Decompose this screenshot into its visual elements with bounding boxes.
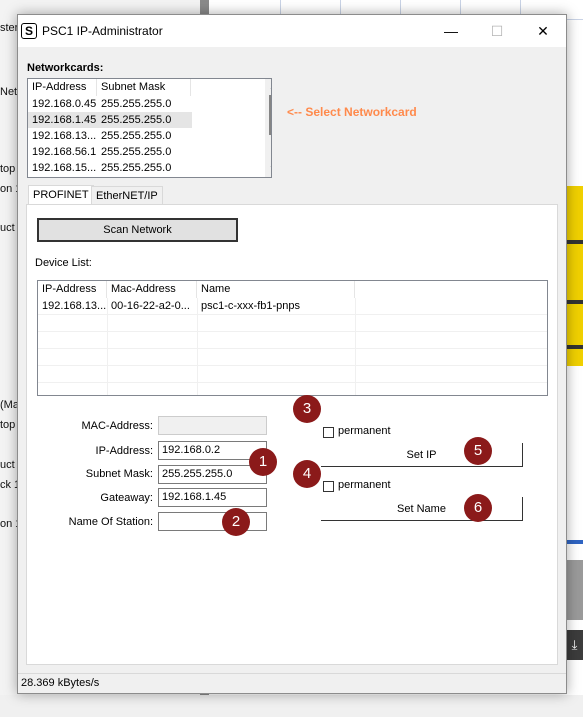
networkcard-mask: 255.255.255.0 (101, 162, 172, 174)
column-header-mac[interactable]: Mac-Address (107, 281, 197, 298)
gateway-label: Gateaway: (100, 492, 153, 504)
networkcard-mask: 255.255.255.0 (101, 146, 172, 158)
device-name: psc1-c-xxx-fb1-pnps (201, 300, 301, 312)
permanent-ip-checkbox[interactable] (323, 427, 334, 438)
background-device-stripe (566, 300, 583, 304)
grid-line (38, 348, 547, 349)
annotation-badge: 3 (293, 395, 321, 423)
annotation-badge: 5 (464, 437, 492, 465)
device-row[interactable]: 192.168.13.... 00-16-22-a2-0... psc1-c-x… (38, 298, 547, 314)
column-header-ip[interactable]: IP-Address (38, 281, 107, 298)
annotation-badge: 4 (293, 460, 321, 488)
transfer-rate: 28.369 kBytes/s (21, 677, 100, 689)
annotation-badge: 6 (464, 494, 492, 522)
background-text: top (0, 419, 16, 431)
download-icon[interactable]: ⤓ (566, 630, 583, 660)
tab-ethernet-ip[interactable]: EtherNET/IP (91, 186, 163, 205)
networkcards-list[interactable]: IP-Address Subnet Mask 192.168.0.45 255.… (27, 78, 272, 178)
close-button[interactable]: ✕ (520, 15, 566, 47)
tab-profinet[interactable]: PROFINET (28, 185, 94, 205)
background-text: uct (0, 222, 15, 234)
networkcard-ip: 192.168.13.... (32, 130, 97, 142)
grid-line (38, 314, 547, 315)
networkcard-row[interactable]: 192.168.13.... 255.255.255.0 (28, 128, 265, 144)
networkcard-ip: 192.168.0.45 (32, 98, 97, 110)
background-text: top (0, 163, 16, 175)
grid-line (38, 382, 547, 383)
permanent-ip-label: permanent (338, 425, 391, 437)
grid-line (355, 298, 356, 395)
permanent-name-checkbox[interactable] (323, 481, 334, 492)
networkcard-row[interactable]: 192.168.15.... 255.255.255.0 (28, 160, 265, 176)
background-accent-line (566, 540, 583, 544)
scan-network-button[interactable]: Scan Network (37, 218, 238, 242)
set-ip-button[interactable]: Set IP (321, 443, 523, 467)
annotation-badge: 1 (249, 448, 277, 476)
networkcard-mask: 255.255.255.0 (101, 114, 172, 126)
networkcard-mask: 255.255.255.0 (101, 130, 172, 142)
mac-address-label: MAC-Address: (81, 420, 153, 432)
networkcards-scrollbar[interactable]: ▲ ▼ (265, 79, 271, 177)
background-text: uct (0, 459, 15, 471)
profinet-panel: Scan Network Device List: IP-Address Mac… (26, 204, 558, 665)
background-device-stripe (566, 345, 583, 349)
networkcard-mask: 255.255.255.0 (101, 98, 172, 110)
scroll-thumb[interactable] (269, 95, 271, 135)
column-header-ip[interactable]: IP-Address (28, 79, 97, 96)
device-list[interactable]: IP-Address Mac-Address Name 192.168.13..… (37, 280, 548, 396)
maximize-button: ☐ (490, 23, 504, 39)
column-header-mask[interactable]: Subnet Mask (97, 79, 191, 96)
mac-address-field (158, 416, 267, 435)
set-name-button[interactable]: Set Name (321, 497, 523, 521)
gateway-field[interactable]: 192.168.1.45 (158, 488, 267, 507)
networkcard-row-selected[interactable]: 192.168.1.45 255.255.255.0 (28, 112, 192, 128)
grid-line (38, 365, 547, 366)
name-of-station-field[interactable] (158, 512, 267, 531)
ip-address-label: IP-Address: (95, 445, 153, 457)
background-panel (566, 560, 583, 620)
background-text: ster (0, 22, 19, 34)
select-networkcard-hint: <-- Select Networkcard (287, 105, 417, 119)
minimize-button[interactable]: — (428, 15, 474, 47)
title-bar[interactable]: S PSC1 IP-Administrator — ☐ ✕ (18, 15, 566, 47)
app-icon: S (21, 23, 37, 39)
ip-administrator-window: S PSC1 IP-Administrator — ☐ ✕ Networkcar… (17, 14, 567, 694)
device-mac: 00-16-22-a2-0... (111, 300, 190, 312)
background-bottom-bar (0, 695, 583, 717)
name-of-station-label: Name Of Station: (68, 516, 153, 528)
networkcard-row[interactable]: 192.168.0.45 255.255.255.0 (28, 96, 265, 112)
background-device-graphic (566, 186, 583, 366)
annotation-badge: 2 (222, 508, 250, 536)
column-header-name[interactable]: Name (197, 281, 355, 298)
subnet-mask-label: Subnet Mask: (85, 468, 153, 480)
status-bar: 28.369 kBytes/s (18, 673, 566, 693)
networkcard-row[interactable]: 192.168.56.1 255.255.255.0 (28, 144, 265, 160)
scroll-down-icon[interactable]: ▼ (265, 161, 271, 177)
grid-line (38, 331, 547, 332)
networkcard-ip: 192.168.15.... (32, 162, 97, 174)
device-list-label: Device List: (35, 257, 92, 269)
networkcard-ip: 192.168.1.45 (32, 114, 97, 126)
background-device-stripe (566, 240, 583, 244)
window-title: PSC1 IP-Administrator (42, 24, 163, 38)
grid-line (107, 298, 108, 395)
permanent-name-label: permanent (338, 479, 391, 491)
grid-line (197, 298, 198, 395)
networkcard-ip: 192.168.56.1 (32, 146, 97, 158)
scroll-up-icon[interactable]: ▲ (265, 79, 271, 95)
device-ip: 192.168.13.... (42, 300, 107, 312)
background-text: Net (0, 86, 18, 98)
networkcards-label: Networkcards: (27, 62, 104, 74)
